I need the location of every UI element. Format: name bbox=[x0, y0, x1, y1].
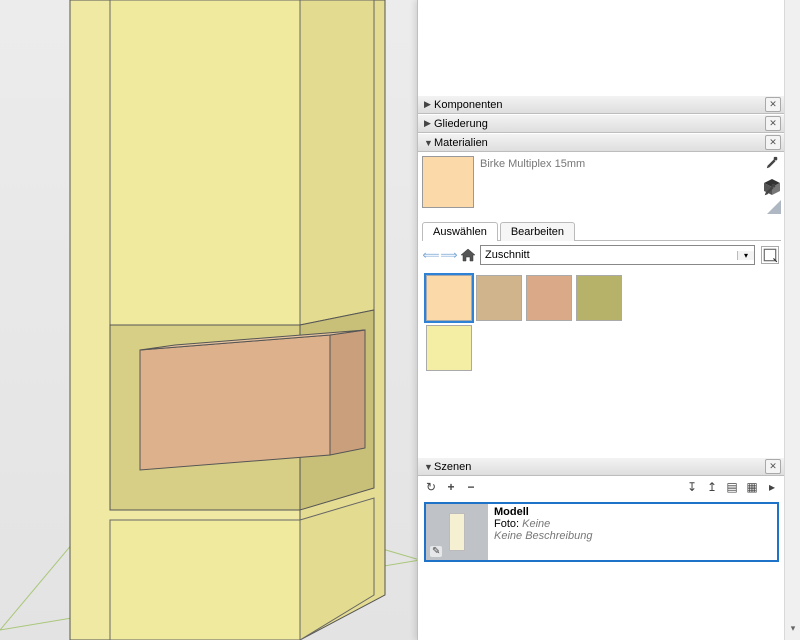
panel-close-button[interactable]: ✕ bbox=[765, 97, 781, 112]
panel-close-button[interactable]: ✕ bbox=[765, 116, 781, 131]
panel-header-materialien[interactable]: ▼ Materialien ✕ bbox=[418, 133, 785, 152]
material-swatch[interactable] bbox=[426, 325, 472, 371]
panel-header-gliederung[interactable]: ▶ Gliederung ✕ bbox=[418, 114, 785, 133]
materials-panel: Birke Multiplex 15mm Auswählen Bearbeite… bbox=[418, 152, 785, 457]
default-color-flyout-icon[interactable] bbox=[767, 200, 781, 214]
nav-forward-icon[interactable]: ⟹ bbox=[442, 248, 456, 262]
library-select-value: Zuschnitt bbox=[481, 249, 737, 261]
tab-label: Bearbeiten bbox=[511, 226, 564, 238]
material-swatch[interactable] bbox=[426, 275, 472, 321]
panel-title: Komponenten bbox=[434, 99, 765, 111]
expand-icon: ▶ bbox=[424, 118, 434, 129]
material-swatch[interactable] bbox=[576, 275, 622, 321]
model-render bbox=[0, 0, 420, 640]
update-scene-icon[interactable] bbox=[424, 480, 438, 494]
scene-menu-icon[interactable]: ▸ bbox=[765, 480, 779, 494]
scene-settings-icon[interactable]: ▦ bbox=[745, 480, 759, 494]
panel-header-komponenten[interactable]: ▶ Komponenten ✕ bbox=[418, 95, 785, 114]
default-tray: ▶ Komponenten ✕ ▶ Gliederung ✕ ▼ Materia… bbox=[417, 0, 800, 640]
panel-title: Gliederung bbox=[434, 118, 765, 130]
library-select[interactable]: Zuschnitt ▾ bbox=[480, 245, 755, 265]
scene-name: Modell bbox=[494, 506, 771, 518]
material-swatch[interactable] bbox=[526, 275, 572, 321]
scenes-panel: ↧ ↥ ▤ ▦ ▸ ✎ Modell Foto: Keine bbox=[418, 476, 785, 606]
collapse-icon: ▼ bbox=[424, 462, 434, 472]
add-scene-icon[interactable] bbox=[444, 480, 458, 494]
view-options-icon[interactable]: ▤ bbox=[725, 480, 739, 494]
pencil-icon: ✎ bbox=[430, 546, 442, 557]
details-menu-icon[interactable] bbox=[761, 246, 779, 264]
tab-select[interactable]: Auswählen bbox=[422, 222, 498, 241]
material-swatch[interactable] bbox=[476, 275, 522, 321]
material-swatch-grid bbox=[418, 269, 785, 377]
sample-paint-icon[interactable] bbox=[763, 183, 777, 197]
expand-icon: ▶ bbox=[424, 99, 434, 110]
remove-scene-icon[interactable] bbox=[464, 480, 478, 494]
tab-label: Auswählen bbox=[433, 226, 487, 238]
panel-title: Szenen bbox=[434, 461, 765, 473]
chevron-down-icon: ▾ bbox=[737, 251, 754, 260]
panel-header-szenen[interactable]: ▼ Szenen ✕ bbox=[418, 457, 785, 476]
eyedropper-icon[interactable] bbox=[765, 156, 779, 170]
collapse-icon: ▼ bbox=[424, 138, 434, 148]
home-icon[interactable] bbox=[460, 248, 476, 262]
scene-photo-value: Keine bbox=[522, 518, 550, 530]
current-material-swatch[interactable] bbox=[422, 156, 474, 208]
scene-item[interactable]: ✎ Modell Foto: Keine Keine Beschreibung bbox=[424, 502, 779, 562]
scene-description: Keine Beschreibung bbox=[494, 530, 771, 542]
scene-thumbnail: ✎ bbox=[426, 504, 488, 560]
panel-title: Materialien bbox=[434, 137, 765, 149]
tray-scrollbar[interactable]: ▾ bbox=[784, 0, 800, 640]
nav-back-icon[interactable]: ⟸ bbox=[424, 248, 438, 262]
scroll-down-icon: ▾ bbox=[791, 623, 796, 634]
panel-close-button[interactable]: ✕ bbox=[765, 459, 781, 474]
panel-close-button[interactable]: ✕ bbox=[765, 135, 781, 150]
scene-photo-label: Foto: bbox=[494, 518, 519, 530]
current-material-name: Birke Multiplex 15mm bbox=[480, 156, 585, 170]
scene-move-up-icon[interactable]: ↥ bbox=[705, 480, 719, 494]
tab-edit[interactable]: Bearbeiten bbox=[500, 222, 575, 241]
scene-move-down-icon[interactable]: ↧ bbox=[685, 480, 699, 494]
